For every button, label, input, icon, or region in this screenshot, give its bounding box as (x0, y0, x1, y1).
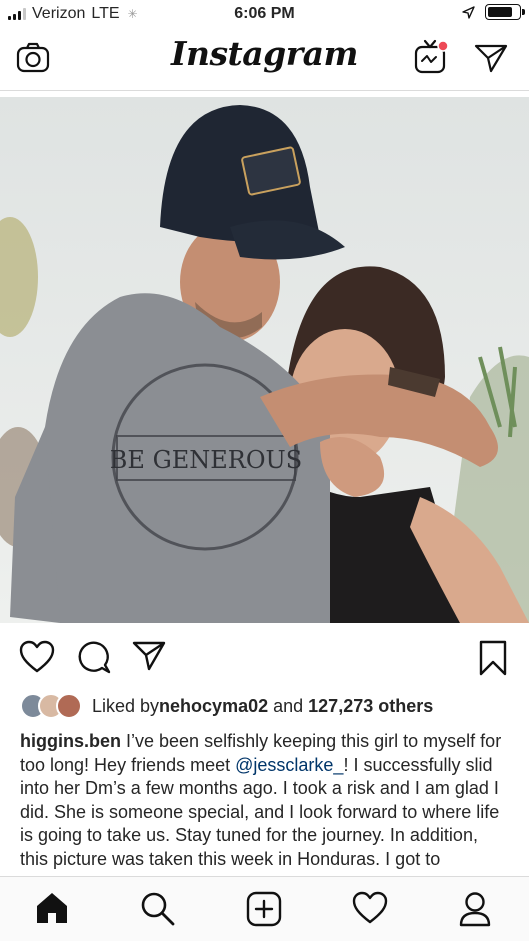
likes-user[interactable]: nehocyma02 (159, 696, 268, 717)
caption-mention[interactable]: @jessclarke_ (235, 755, 343, 775)
app-header: Instagram (0, 30, 529, 91)
home-icon[interactable] (35, 891, 69, 925)
post-photo-illustration: BE GENEROUS (0, 97, 529, 623)
igtv-icon[interactable] (414, 38, 450, 74)
post-actions (0, 636, 529, 680)
post-image[interactable]: BE GENEROUS (0, 97, 529, 623)
bookmark-icon[interactable] (478, 640, 508, 676)
share-icon[interactable] (132, 640, 166, 672)
bottom-tab-bar (0, 876, 529, 941)
profile-icon[interactable] (458, 891, 492, 927)
new-post-icon[interactable] (246, 891, 282, 927)
direct-message-icon[interactable] (474, 43, 508, 73)
likes-prefix: Liked by (92, 695, 160, 716)
battery-fill (488, 7, 512, 17)
likes-row[interactable]: Liked by nehocyma02 and 127,273 others (20, 692, 433, 720)
location-arrow-icon (462, 5, 475, 19)
caption-username[interactable]: higgins.ben (20, 731, 121, 751)
search-icon[interactable] (140, 891, 176, 927)
status-time: 6:06 PM (234, 5, 295, 22)
post-caption: higgins.ben I’ve been selfishly keeping … (20, 730, 510, 876)
status-bar: Verizon LTE ✳ 6:06 PM (0, 0, 529, 30)
shirt-print-text: BE GENEROUS (110, 446, 302, 474)
likes-others[interactable]: 127,273 others (308, 696, 433, 717)
igtv-notification-dot (437, 40, 449, 52)
heart-icon[interactable] (19, 640, 55, 674)
avatar (56, 693, 82, 719)
likes-connector: and (268, 695, 309, 716)
activity-icon[interactable] (352, 891, 388, 925)
battery-icon (485, 4, 525, 20)
status-right (462, 4, 525, 20)
liker-avatars (20, 693, 82, 719)
comment-icon[interactable] (77, 640, 111, 674)
